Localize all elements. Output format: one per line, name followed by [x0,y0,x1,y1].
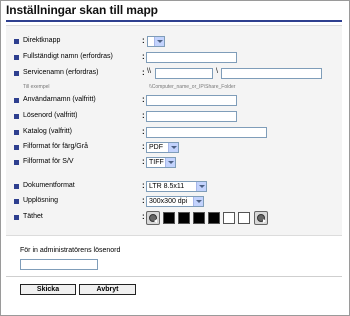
row-full-name: Fullständigt namn (erfordras) : [6,52,342,64]
row-density: Täthet : [6,211,342,226]
directory-label: Katalog (valfritt) [23,128,73,135]
file-format-color-value: PDF [149,144,163,151]
bullet-icon [14,215,19,220]
density-step[interactable] [193,212,205,224]
file-format-color-label: Filformat för färg/Grå [23,143,88,150]
directory-field[interactable] [146,127,267,138]
row-direct-button: Direktknapp : [6,36,342,48]
row-file-format-color: Filformat för färg/Grå : PDF [6,142,342,154]
chevron-down-icon [193,197,203,206]
bullet-icon [14,114,19,119]
file-format-bw-value: TIFF [149,159,164,166]
density-label: Täthet [23,213,43,220]
row-file-format-bw: Filformat för S/V : TIFF [6,157,342,169]
row-service-name: Servicenamn (erfordras) : \\ \ [6,68,342,80]
resolution-label: Upplösning [23,197,59,204]
username-label: Användarnamn (valfritt) [23,96,96,103]
service-name-separator: \ [216,68,218,75]
direct-button-label: Direktknapp [23,37,61,44]
resolution-value: 300x300 dpi [149,198,188,205]
bullet-icon [14,145,19,150]
bullet-icon [14,160,19,165]
bullet-icon [14,71,19,76]
row-password: Lösenord (valfritt) : [6,111,342,123]
row-directory: Katalog (valfritt) : [6,127,342,139]
colon: : [142,127,145,136]
colon: : [142,36,145,45]
password-label: Lösenord (valfritt) [23,112,78,119]
bullet-icon [14,184,19,189]
arrow-right-icon [257,214,266,223]
colon: : [142,142,145,151]
chevron-down-icon [196,182,206,191]
chevron-down-icon [165,158,175,167]
password-field[interactable] [146,111,237,122]
colon: : [142,157,145,166]
submit-button[interactable]: Skicka [20,284,76,295]
density-step[interactable] [208,212,220,224]
resolution-select[interactable]: 300x300 dpi [146,196,204,207]
admin-password-field[interactable] [20,259,98,270]
colon: : [142,111,145,120]
username-field[interactable] [146,95,237,106]
service-name-label: Servicenamn (erfordras) [23,69,99,76]
bullet-icon [14,130,19,135]
admin-password-label: För in administratörens lösenord [20,247,121,254]
example-label: Till exempel [23,84,50,90]
bullet-icon [14,199,19,204]
density-step[interactable] [223,212,235,224]
row-resolution: Upplösning : 300x300 dpi [6,196,342,208]
chevron-down-icon [154,37,164,46]
chevron-down-icon [168,143,178,152]
arrow-left-icon [149,214,157,223]
service-name-prefix: \\ [147,68,151,75]
colon: : [142,181,145,190]
bottom-divider [6,276,342,277]
density-step[interactable] [178,212,190,224]
colon: : [142,52,145,61]
file-format-color-select[interactable]: PDF [146,142,179,153]
service-share-field[interactable] [221,68,322,79]
file-format-bw-label: Filformat för S/V [23,158,74,165]
service-computer-field[interactable] [155,68,213,79]
example-path: \\Computer_name_or_IP\Share_Folder [149,84,236,90]
cancel-button[interactable]: Avbryt [79,284,136,295]
density-increase-button[interactable] [254,211,268,225]
colon: : [142,68,145,77]
direct-button-select[interactable] [147,36,165,47]
title-divider [6,20,342,22]
bullet-icon [14,98,19,103]
bullet-icon [14,39,19,44]
document-format-value: LTR 8.5x11 [149,183,185,190]
settings-panel: Direktknapp : Fullständigt namn (erfordr… [6,25,342,236]
density-step[interactable] [238,212,250,224]
document-format-select[interactable]: LTR 8.5x11 [146,181,207,192]
colon: : [142,212,145,221]
density-decrease-button[interactable] [146,211,160,225]
colon: : [142,95,145,104]
full-name-label: Fullständigt namn (erfordras) [23,53,113,60]
density-step[interactable] [163,212,175,224]
page-title: Inställningar skan till mapp [6,3,158,17]
full-name-field[interactable] [146,52,237,63]
colon: : [142,196,145,205]
file-format-bw-select[interactable]: TIFF [146,157,176,168]
document-format-label: Dokumentformat [23,182,75,189]
row-username: Användarnamn (valfritt) : [6,95,342,107]
bullet-icon [14,55,19,60]
row-document-format: Dokumentformat : LTR 8.5x11 [6,181,342,193]
